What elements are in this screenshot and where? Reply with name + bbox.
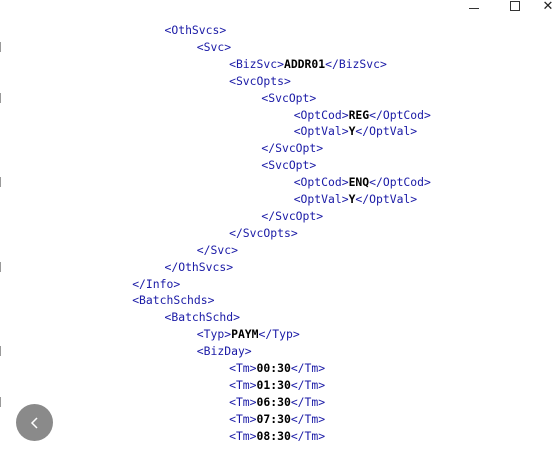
xml-close-tag: </OptVal> <box>355 192 418 206</box>
xml-line: <SvcOpt> <box>261 90 316 107</box>
xml-line: <OptVal>Y</OptVal> <box>294 191 417 208</box>
xml-close-tag: </Tm> <box>290 428 326 443</box>
xml-line: <Svc> <box>197 39 231 56</box>
minimize-button[interactable] <box>464 0 484 14</box>
xml-line: </Svc> <box>197 242 238 259</box>
xml-line: </SvcOpts> <box>229 225 298 242</box>
xml-close-tag: </OptVal> <box>355 124 418 139</box>
xml-line: <SvcOpt> <box>261 157 316 174</box>
xml-line: </Info> <box>132 276 180 293</box>
xml-close-tag: </Tm> <box>290 361 326 375</box>
xml-open-tag: <Tm> <box>229 394 257 409</box>
xml-open-tag: <OptVal> <box>293 192 349 206</box>
xml-line: <OptCod>ENQ</OptCod> <box>294 174 431 191</box>
maximize-icon <box>510 1 520 11</box>
xml-open-tag: <SvcOpt> <box>261 158 317 173</box>
xml-open-tag: </SvcOpts> <box>229 225 298 240</box>
chevron-left-icon <box>30 416 38 429</box>
xml-line: <OptCod>REG</OptCod> <box>294 107 431 124</box>
gutter-marker <box>0 177 1 188</box>
xml-open-tag: <SvcOpt> <box>261 90 317 105</box>
xml-line: <Tm>00:30</Tm> <box>229 360 325 377</box>
gutter-marker <box>0 396 1 407</box>
gutter-marker <box>0 92 1 103</box>
xml-open-tag: <BizDay> <box>196 344 252 359</box>
xml-open-tag: <Tm> <box>229 361 257 375</box>
xml-line: <BizDay> <box>197 343 252 360</box>
xml-open-tag: <BatchSchd> <box>164 310 240 325</box>
xml-close-tag: </OptCod> <box>369 107 431 122</box>
xml-open-tag: <Svc> <box>196 39 232 54</box>
xml-open-tag: <BizSvc> <box>229 56 284 71</box>
xml-text-value: 01:30 <box>256 377 291 392</box>
xml-close-tag: </BizSvc> <box>325 56 387 71</box>
xml-text-value: 08:30 <box>256 428 291 443</box>
xml-line: <Tm>07:30</Tm> <box>229 411 325 428</box>
xml-line: </SvcOpt> <box>261 208 323 225</box>
xml-text-value: ADDR01 <box>283 56 326 71</box>
xml-line: <Tm>01:30</Tm> <box>229 377 325 394</box>
xml-text-value: PAYM <box>231 327 259 342</box>
xml-open-tag: <BatchSchds> <box>132 293 215 308</box>
title-bar: ✕ <box>0 0 560 14</box>
gutter-marker <box>0 346 1 357</box>
maximize-button[interactable] <box>505 0 525 14</box>
xml-close-tag: </Tm> <box>290 394 326 409</box>
xml-close-tag: </Typ> <box>258 327 300 342</box>
xml-open-tag: <OthSvcs> <box>164 23 227 37</box>
gutter-marker <box>0 261 1 272</box>
xml-close-tag: </Tm> <box>290 377 326 392</box>
xml-open-tag: </Info> <box>132 276 181 291</box>
close-icon: ✕ <box>542 0 554 14</box>
xml-open-tag: <Typ> <box>196 327 232 342</box>
xml-open-tag: </SvcOpt> <box>261 208 324 223</box>
xml-document-view[interactable]: <OthSvcs> <Svc> <BizSvc>ADDR01</BizSvc> <Sv… <box>0 22 560 450</box>
xml-open-tag: <SvcOpts> <box>229 73 291 88</box>
gutter-marker <box>0 41 1 52</box>
xml-close-tag: </OptCod> <box>369 175 431 190</box>
close-button[interactable]: ✕ <box>538 0 558 14</box>
minimize-icon <box>469 7 479 9</box>
xml-text-value: 06:30 <box>256 394 291 409</box>
xml-text-value: 07:30 <box>256 411 291 426</box>
xml-line: </OthSvcs> <box>165 259 234 276</box>
back-button[interactable] <box>16 404 53 441</box>
xml-line: <Tm>06:30</Tm> <box>229 394 325 411</box>
xml-open-tag: </SvcOpt> <box>261 141 324 156</box>
xml-open-tag: <OptVal> <box>293 124 349 139</box>
xml-open-tag: <OptCod> <box>293 107 349 122</box>
xml-text-value: REG <box>348 107 370 122</box>
xml-line: </SvcOpt> <box>261 140 323 157</box>
xml-line: <Tm>08:30</Tm> <box>229 428 325 445</box>
xml-line: <BizSvc>ADDR01</BizSvc> <box>229 56 387 73</box>
xml-line: <OptVal>Y</OptVal> <box>294 123 417 140</box>
xml-text-value: 00:30 <box>256 361 291 375</box>
xml-line: <SvcOpts> <box>229 73 291 90</box>
xml-open-tag: </OthSvcs> <box>164 259 234 274</box>
xml-open-tag: <Tm> <box>229 411 257 426</box>
xml-open-tag: <Tm> <box>229 428 257 443</box>
xml-text-value: ENQ <box>348 175 370 190</box>
xml-line: <BatchSchds> <box>132 292 214 309</box>
xml-open-tag: <OptCod> <box>293 175 349 190</box>
xml-line: <OthSvcs> <box>165 22 227 39</box>
xml-open-tag: <Tm> <box>229 377 257 392</box>
xml-open-tag: </Svc> <box>196 242 238 257</box>
xml-line: <BatchSchd> <box>165 309 240 326</box>
xml-close-tag: </Tm> <box>290 411 326 426</box>
xml-line: <Typ>PAYM</Typ> <box>197 326 300 343</box>
